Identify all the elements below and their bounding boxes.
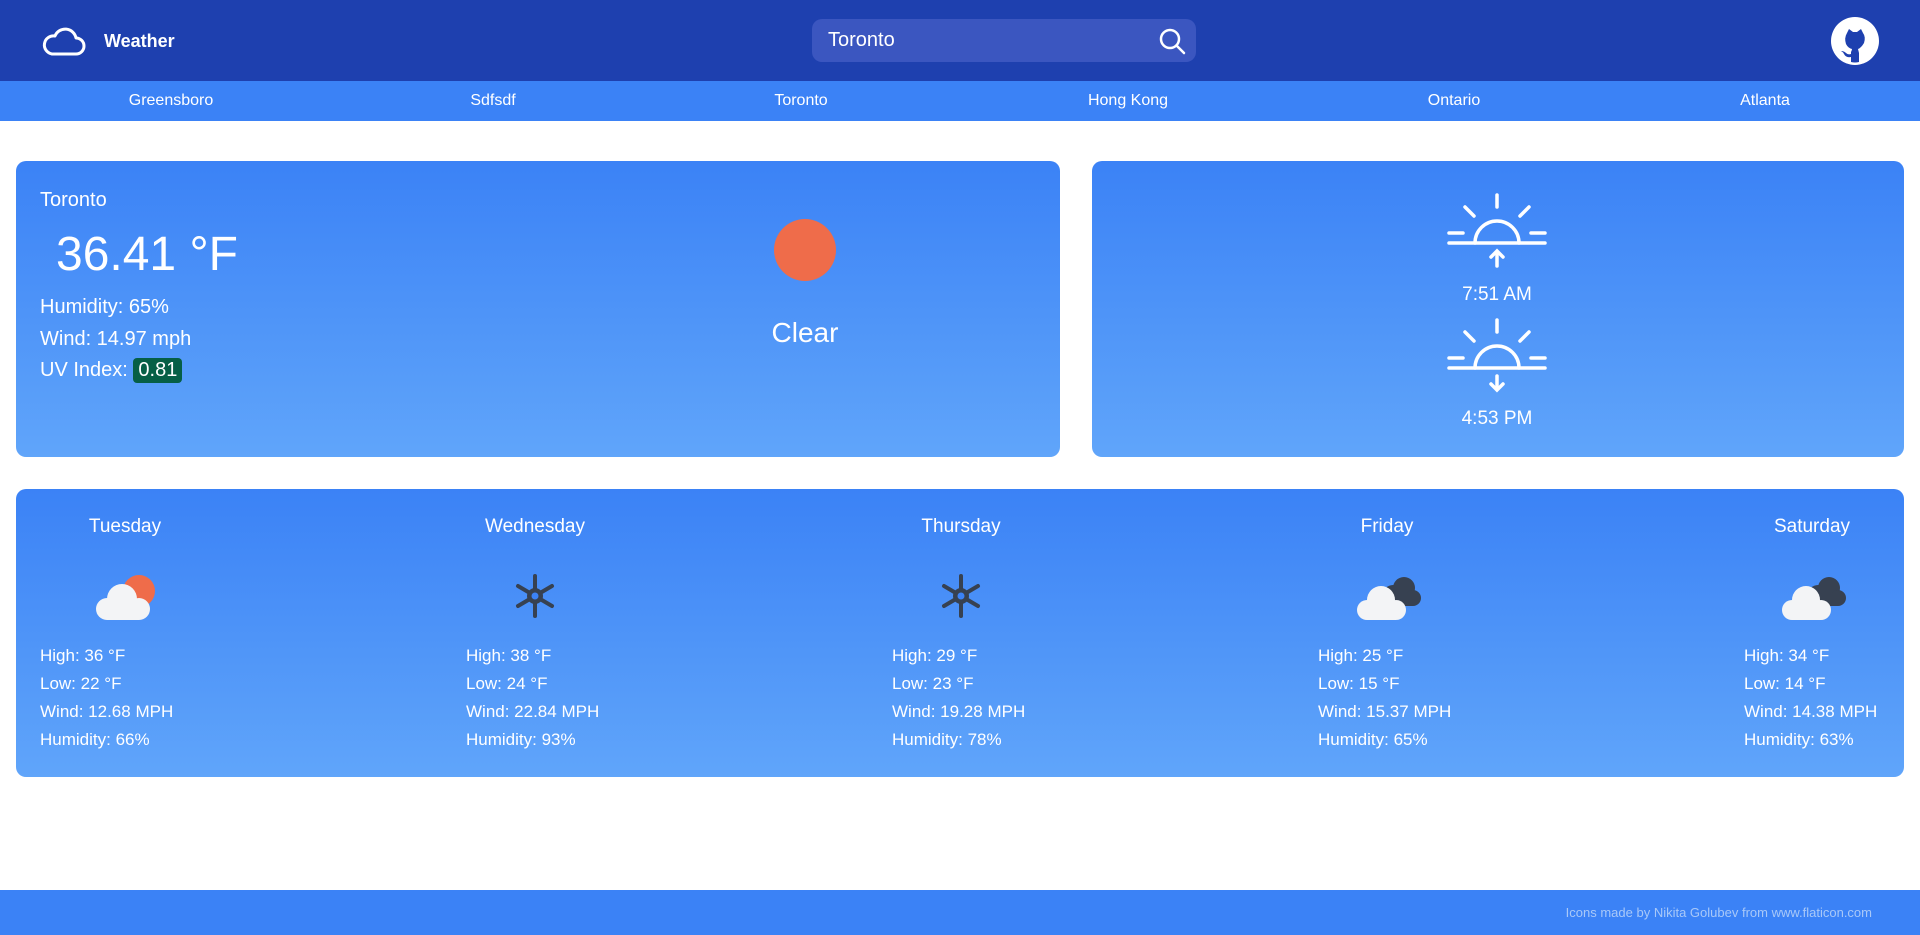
forecast-low: Low: 23 °F — [892, 674, 974, 693]
forecast-day-name: Tuesday — [88, 516, 162, 537]
sunset-time: 4:53 PM — [1461, 408, 1533, 429]
city-link-ontario[interactable]: Ontario — [1428, 81, 1480, 121]
forecast-day-name: Saturday — [1773, 516, 1851, 537]
forecast-humidity: Humidity: 78% — [892, 730, 1002, 749]
forecast-humidity: Humidity: 93% — [466, 730, 576, 749]
forecast-high: High: 34 °F — [1744, 646, 1830, 665]
forecast-wind: Wind: 12.68 MPH — [40, 702, 174, 721]
forecast-low: Low: 24 °F — [466, 674, 548, 693]
sun-times-card: 7:51 AM 4:53 PM — [1092, 161, 1904, 457]
forecast-low: Low: 14 °F — [1744, 674, 1826, 693]
city-list: Greensboro Sdfsdf Toronto Hong Kong Onta… — [0, 81, 1920, 121]
city-link-atlanta[interactable]: Atlanta — [1740, 81, 1790, 121]
cloud-outline-icon — [42, 27, 86, 56]
cloudy-icon — [1357, 577, 1421, 620]
forecast-low: Low: 22 °F — [40, 674, 122, 693]
forecast-wind: Wind: 22.84 MPH — [466, 702, 600, 721]
footer: Icons made by Nikita Golubev from www.fl… — [0, 890, 1920, 935]
forecast-day-name: Friday — [1360, 516, 1414, 537]
github-icon[interactable] — [1831, 17, 1879, 65]
forecast-humidity: Humidity: 66% — [40, 730, 150, 749]
forecast-high: High: 29 °F — [892, 646, 978, 665]
city-link-toronto[interactable]: Toronto — [774, 81, 827, 121]
snowflake-icon — [516, 574, 554, 618]
search-box — [812, 19, 1196, 62]
search-icon — [1159, 28, 1186, 54]
current-humidity: Humidity: 65% — [40, 296, 169, 318]
brand[interactable]: Weather — [42, 21, 175, 61]
city-link-greensboro[interactable]: Greensboro — [129, 81, 214, 121]
city-link-hong-kong[interactable]: Hong Kong — [1088, 81, 1168, 121]
current-temperature: 36.41 °F — [56, 228, 238, 281]
forecast-high: High: 25 °F — [1318, 646, 1404, 665]
icon-credit[interactable]: Icons made by Nikita Golubev from www.fl… — [1566, 890, 1872, 935]
app-title: Weather — [104, 31, 175, 51]
sunrise-time: 7:51 AM — [1462, 284, 1532, 305]
forecast-low: Low: 15 °F — [1318, 674, 1400, 693]
forecast-day-name: Wednesday — [485, 516, 585, 537]
current-weather-card: Toronto 36.41 °F Humidity: 65% Wind: 14.… — [16, 161, 1060, 457]
snowflake-icon — [942, 574, 980, 618]
city-link-sdfsdf[interactable]: Sdfsdf — [470, 81, 515, 121]
sunset-icon — [1447, 318, 1547, 393]
forecast-humidity: Humidity: 65% — [1318, 730, 1428, 749]
uv-label: UV Index: — [40, 359, 128, 381]
sun-icon — [774, 219, 836, 281]
search-button[interactable] — [1148, 19, 1196, 62]
sunrise-icon — [1447, 193, 1547, 268]
forecast-wind: Wind: 14.38 MPH — [1744, 702, 1878, 721]
top-navbar: Weather — [0, 0, 1920, 81]
location-name: Toronto — [40, 189, 107, 211]
partly-cloudy-day-icon — [96, 575, 155, 620]
current-uv: UV Index: 0.81 — [40, 358, 183, 383]
forecast-card: Tuesday High: 36 °F Low: 22 °F Wind: 12.… — [16, 489, 1904, 777]
forecast-wind: Wind: 19.28 MPH — [892, 702, 1026, 721]
current-wind: Wind: 14.97 mph — [40, 328, 192, 350]
forecast-day-name: Thursday — [921, 516, 1001, 537]
forecast-humidity: Humidity: 63% — [1744, 730, 1854, 749]
cloudy-icon — [1782, 577, 1846, 620]
forecast-high: High: 38 °F — [466, 646, 552, 665]
uv-badge: 0.81 — [133, 358, 183, 383]
forecast-high: High: 36 °F — [40, 646, 126, 665]
weather-condition: Clear — [771, 317, 839, 348]
forecast-wind: Wind: 15.37 MPH — [1318, 702, 1452, 721]
search-input[interactable] — [812, 19, 1148, 62]
